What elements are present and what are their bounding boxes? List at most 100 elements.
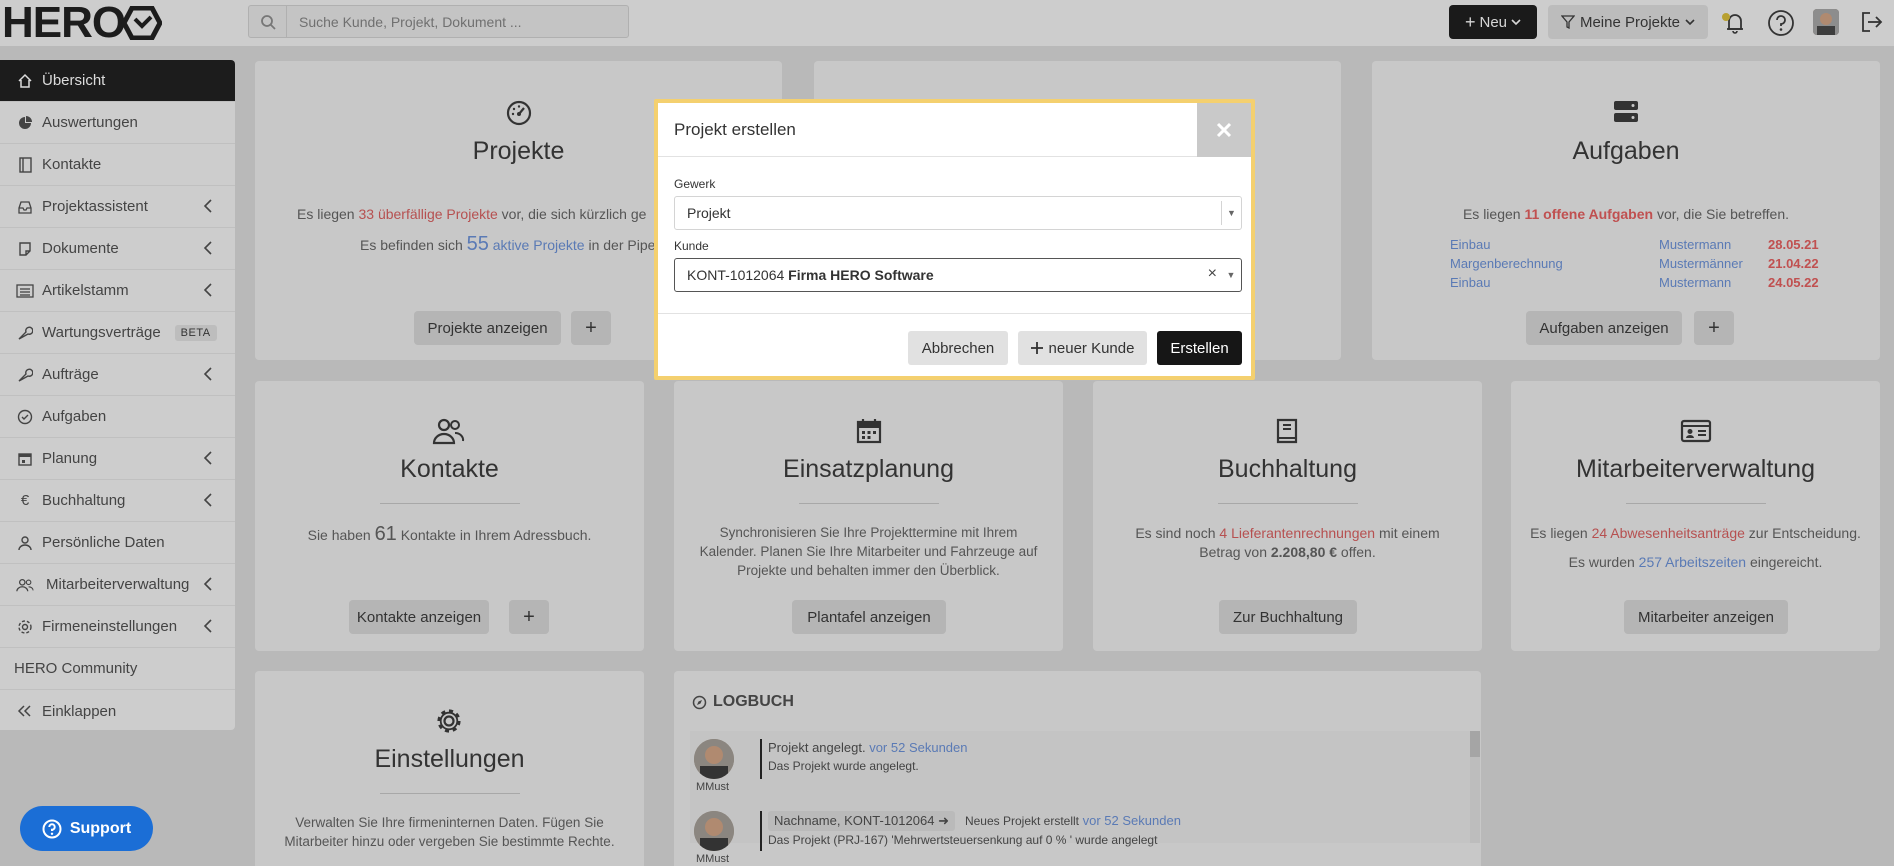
users-icon — [16, 578, 34, 591]
card-title: Kontakte — [400, 455, 499, 483]
add-contact-button[interactable]: + — [509, 600, 549, 634]
question-circle-icon — [42, 819, 62, 838]
calendar-icon — [856, 419, 882, 444]
sidebar-item-label: HERO Community — [14, 660, 138, 677]
top-bar: HERO + Neu Meine Projekte — [0, 0, 1894, 46]
add-task-button[interactable]: + — [1694, 311, 1734, 345]
log-entry: MMust Projekt angelegt. vor 52 Sekunden … — [690, 731, 1470, 801]
log-user: MMust — [696, 853, 729, 865]
search-input[interactable] — [287, 13, 617, 30]
chevron-left-icon — [203, 199, 212, 213]
divider — [1218, 503, 1358, 504]
task-row[interactable]: Einbau Mustermann 24.05.22 — [1450, 273, 1819, 292]
cancel-button[interactable]: Abbrechen — [908, 331, 1008, 365]
sidebar-item-label: Auswertungen — [42, 114, 138, 131]
card-title: Einstellungen — [374, 745, 525, 773]
scrollbar[interactable] — [1470, 731, 1480, 843]
logbuch-list[interactable]: MMust Projekt angelegt. vor 52 Sekunden … — [690, 731, 1480, 865]
kontakte-anzeigen-button[interactable]: Kontakte anzeigen — [349, 600, 489, 634]
arbeitszeiten-text: Es wurden 257 Arbeitszeiten eingereicht. — [1568, 554, 1823, 570]
support-button[interactable]: Support — [20, 806, 153, 851]
search-button[interactable] — [249, 6, 287, 37]
add-project-button[interactable]: + — [571, 311, 611, 345]
task-row[interactable]: Einbau Mustermann 28.05.21 — [1450, 235, 1819, 254]
pie-chart-icon — [19, 115, 32, 129]
kunde-select[interactable]: KONT-1012064 Firma HERO Software × ▼ — [674, 258, 1242, 292]
avatar — [694, 739, 734, 779]
document-icon — [19, 241, 31, 256]
sidebar-item-label: Aufträge — [42, 366, 99, 383]
sidebar-item-firmeneinstellungen[interactable]: Firmeneinstellungen — [0, 606, 235, 648]
user-icon — [18, 535, 32, 550]
sidebar-item-label: Planung — [42, 450, 98, 467]
sidebar-item-label: Aufgaben — [42, 408, 107, 425]
sidebar-item-artikelstamm[interactable]: Artikelstamm — [0, 270, 235, 312]
notification-bell-button[interactable] — [1720, 8, 1750, 43]
question-circle-icon — [1768, 10, 1794, 36]
task-row[interactable]: Margenberechnung Mustermänner 21.04.22 — [1450, 254, 1819, 273]
project-filter-button[interactable]: Meine Projekte — [1548, 5, 1708, 39]
chevron-down-icon — [1511, 18, 1521, 25]
modal-header: Projekt erstellen — [658, 103, 1251, 157]
mitarbeiter-anzeigen-button[interactable]: Mitarbeiter anzeigen — [1624, 600, 1788, 634]
sidebar-item-label: Firmeneinstellungen — [42, 618, 178, 635]
sidebar-item-projektassistent[interactable]: Projektassistent — [0, 186, 235, 228]
new-customer-label: neuer Kunde — [1048, 339, 1135, 357]
scrollbar-thumb[interactable] — [1470, 731, 1480, 757]
kontakte-card: Kontakte Sie haben 61 Kontakte in Ihrem … — [255, 381, 644, 651]
sidebar-item-hero-community[interactable]: HERO Community — [0, 648, 235, 690]
users-icon — [432, 418, 465, 445]
sidebar-item-einklappen[interactable]: Einklappen — [0, 690, 235, 732]
gewerk-value: Projekt — [687, 205, 731, 221]
card-title: Aufgaben — [1572, 137, 1680, 165]
sidebar-item-dokumente[interactable]: Dokumente — [0, 228, 235, 270]
chevron-left-icon — [203, 283, 212, 297]
aufgaben-anzeigen-button[interactable]: Aufgaben anzeigen — [1526, 311, 1682, 345]
help-button[interactable] — [1766, 8, 1796, 43]
zur-buchhaltung-button[interactable]: Zur Buchhaltung — [1219, 600, 1357, 634]
sidebar-item-auswertungen[interactable]: Auswertungen — [0, 102, 235, 144]
list-icon — [16, 283, 34, 298]
double-chevron-left-icon — [17, 705, 31, 717]
customer-chip[interactable]: Nachname, KONT-1012064 ➜ — [768, 811, 955, 831]
log-time-link[interactable]: vor 52 Sekunden — [1083, 813, 1181, 828]
kunde-name: Firma HERO Software — [788, 267, 934, 283]
sidebar-item-wartungsvertraege[interactable]: Wartungsverträge BETA — [0, 312, 235, 354]
sidebar-item-mitarbeiterverwaltung[interactable]: Mitarbeiterverwaltung — [0, 564, 235, 606]
sidebar-item-uebersicht[interactable]: Übersicht — [0, 60, 235, 102]
logo-text: HERO — [2, 0, 126, 47]
new-customer-button[interactable]: neuer Kunde — [1018, 331, 1147, 365]
sidebar-item-auftraege[interactable]: Aufträge — [0, 354, 235, 396]
sidebar-item-kontakte[interactable]: Kontakte — [0, 144, 235, 186]
sidebar-item-label: Kontakte — [42, 156, 102, 173]
logbuch-title: LOGBUCH — [713, 693, 794, 710]
id-card-icon — [1680, 419, 1712, 443]
plantafel-anzeigen-button[interactable]: Plantafel anzeigen — [792, 600, 946, 634]
user-avatar[interactable] — [1813, 9, 1839, 35]
sidebar-item-label: Mitarbeiterverwaltung — [46, 576, 190, 593]
sidebar-item-persoenliche-daten[interactable]: Persönliche Daten — [0, 522, 235, 564]
log-time-link[interactable]: vor 52 Sekunden — [869, 740, 967, 755]
sidebar-item-aufgaben[interactable]: Aufgaben — [0, 396, 235, 438]
gewerk-select[interactable]: Projekt ▼ — [674, 196, 1242, 230]
support-label: Support — [69, 819, 132, 837]
create-button[interactable]: Erstellen — [1157, 331, 1242, 365]
projekte-anzeigen-button[interactable]: Projekte anzeigen — [414, 311, 561, 345]
task-list: Einbau Mustermann 28.05.21 Margenberechnun… — [1450, 235, 1819, 292]
modal-close-button[interactable] — [1197, 103, 1251, 157]
divider — [380, 503, 520, 504]
kunde-id: KONT-1012064 — [687, 267, 789, 283]
project-filter-label: Meine Projekte — [1579, 13, 1681, 31]
sidebar-item-label: Einklappen — [42, 702, 117, 720]
dropdown-arrow-icon: ▼ — [1221, 201, 1241, 225]
mitarbeiterverwaltung-card: Mitarbeiterverwaltung Es liegen 24 Abwes… — [1511, 381, 1880, 651]
sidebar-item-label: Persönliche Daten — [42, 534, 165, 551]
kunde-label: Kunde — [674, 239, 709, 253]
gewerk-label: Gewerk — [674, 177, 716, 191]
sidebar-item-planung[interactable]: Planung — [0, 438, 235, 480]
logout-button[interactable] — [1858, 8, 1886, 41]
sidebar-item-buchhaltung[interactable]: € Buchhaltung — [0, 480, 235, 522]
new-button[interactable]: + Neu — [1449, 5, 1537, 39]
chevron-left-icon — [203, 577, 212, 591]
clear-selection-icon[interactable]: × — [1208, 265, 1217, 283]
